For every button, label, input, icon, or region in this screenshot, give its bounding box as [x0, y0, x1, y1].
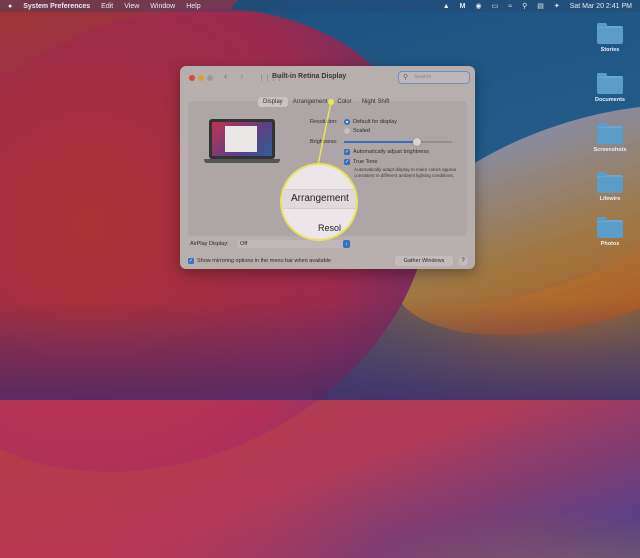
magnifier-callout: Arrangement Resol — [280, 163, 358, 241]
callout-partial-text: Resol — [318, 223, 342, 233]
callout-dot — [328, 99, 334, 105]
callout-text: Arrangement — [291, 193, 349, 204]
